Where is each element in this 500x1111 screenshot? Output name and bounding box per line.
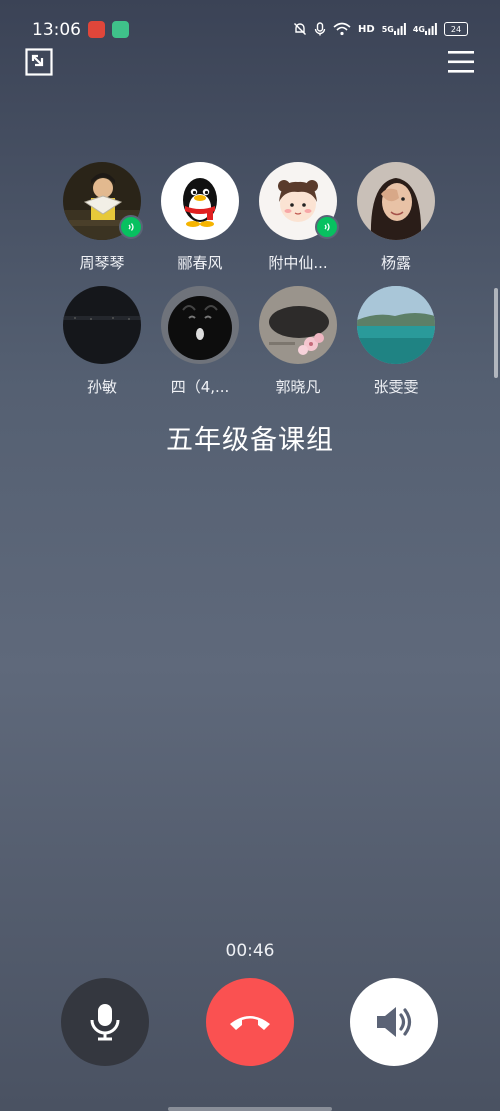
avatar <box>63 286 141 364</box>
app-notification-icon-2 <box>112 21 129 38</box>
battery-icon: 24 <box>444 22 468 36</box>
menu-icon[interactable] <box>447 49 475 75</box>
status-bar: 13:06 HD 5G 4G 24 <box>0 0 500 60</box>
participant[interactable]: 杨露 <box>346 162 446 273</box>
participant-name: 周琴琴 <box>79 254 125 272</box>
avatar <box>63 162 143 240</box>
participant[interactable]: 四（4,... <box>150 286 250 397</box>
photo-woman-avatar <box>357 162 435 240</box>
minimize-window-icon[interactable] <box>25 48 53 76</box>
dark-night-avatar <box>63 286 141 364</box>
avatar <box>161 286 239 364</box>
participant-name: 郦春风 <box>177 254 223 272</box>
black-cartoon-avatar <box>161 286 239 364</box>
app-notification-icon <box>88 21 105 38</box>
home-indicator <box>168 1107 332 1111</box>
hangup-button[interactable] <box>206 978 294 1066</box>
participant[interactable]: 周琴琴 <box>52 162 152 273</box>
signal-bars-icon <box>393 23 406 35</box>
hd-label: HD <box>358 23 375 35</box>
participant-name: 杨露 <box>380 254 411 272</box>
speaking-indicator-icon <box>119 215 143 239</box>
sea-landscape-avatar <box>357 286 435 364</box>
avatar <box>259 286 337 364</box>
avatar <box>357 286 435 364</box>
mic-status-icon <box>314 22 326 36</box>
call-timer: 00:46 <box>225 941 275 961</box>
participant[interactable]: 郦春风 <box>150 162 250 273</box>
avatar <box>259 162 339 240</box>
participant-name: 附中仙... <box>268 254 328 272</box>
participant-name: 张雯雯 <box>373 378 419 396</box>
mute-bell-icon <box>294 23 307 35</box>
participant-name: 四（4,... <box>170 378 230 396</box>
speaker-icon <box>377 1007 412 1037</box>
avatar <box>161 162 239 240</box>
qq-penguin-avatar <box>161 162 239 240</box>
signal-bars-icon-2 <box>425 23 437 35</box>
signal-5g: 5G <box>382 23 406 35</box>
mute-button[interactable] <box>61 978 149 1066</box>
participant[interactable]: 郭晓凡 <box>248 286 348 397</box>
group-name: 五年级备课组 <box>166 425 334 456</box>
speaker-button[interactable] <box>350 978 438 1066</box>
scrollbar[interactable] <box>494 288 498 378</box>
flowers-stone-avatar <box>259 286 337 364</box>
wifi-icon <box>333 22 351 36</box>
avatar <box>357 162 435 240</box>
participant[interactable]: 孙敏 <box>52 286 152 397</box>
signal-4g: 4G <box>413 23 437 35</box>
status-time: 13:06 <box>32 20 81 40</box>
participant[interactable]: 张雯雯 <box>346 286 446 397</box>
status-icons: HD 5G 4G 24 <box>293 22 468 36</box>
participant[interactable]: 附中仙... <box>248 162 348 273</box>
speaking-indicator-icon <box>315 215 339 239</box>
participant-name: 孙敏 <box>86 378 117 396</box>
hangup-icon <box>230 1016 270 1030</box>
participant-name: 郭晓凡 <box>275 378 321 396</box>
microphone-icon <box>90 1004 120 1041</box>
